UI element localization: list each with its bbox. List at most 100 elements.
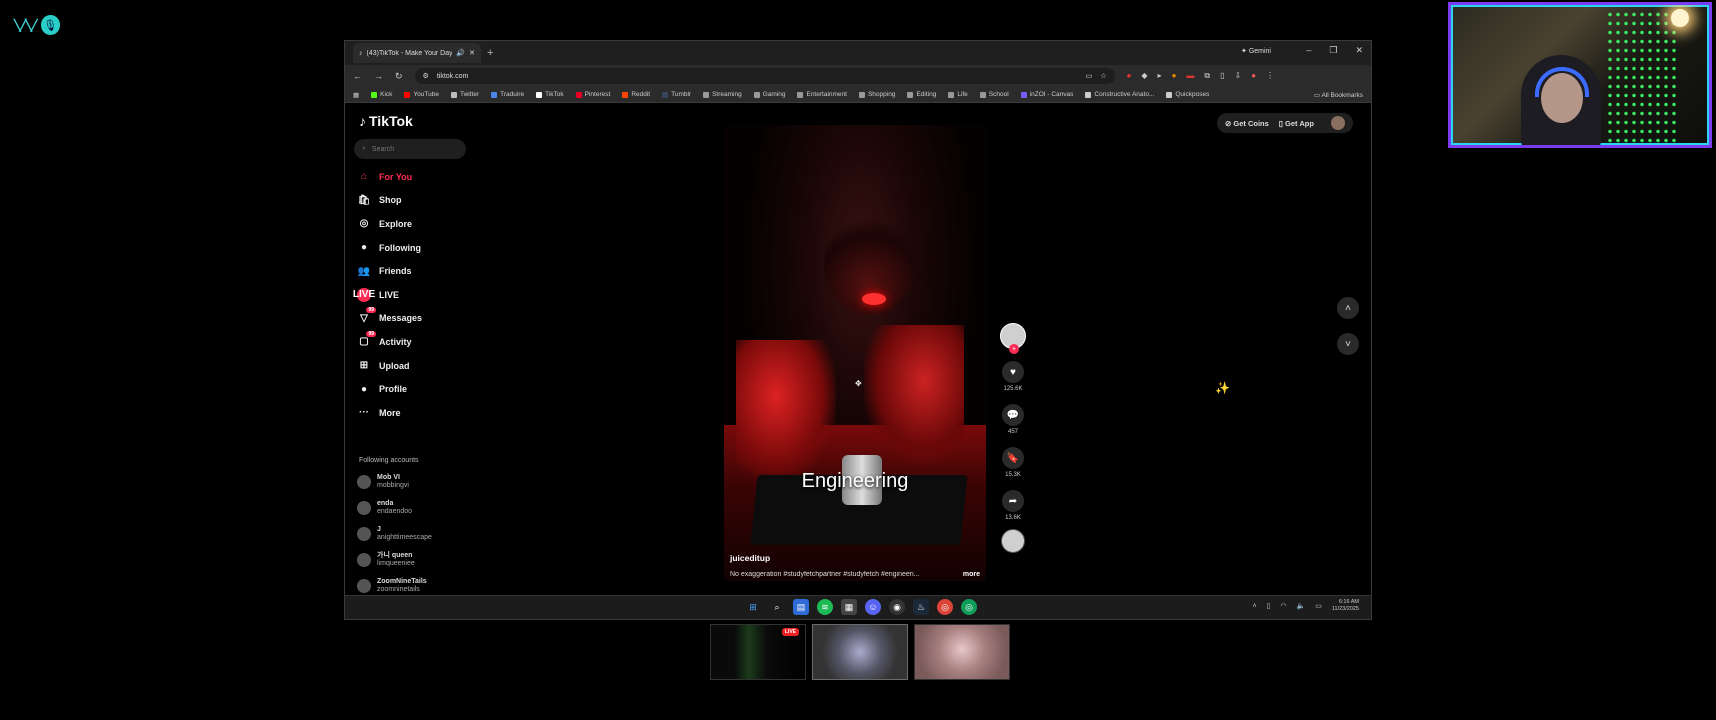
user-avatar[interactable] [1331,116,1345,130]
clock[interactable]: 6:16 AM 11/23/2025 [1332,599,1359,613]
bookmark-item[interactable]: Reddit [622,91,650,98]
sidebar-item-shop[interactable]: 🛍 Shop [357,189,477,213]
menu-icon[interactable]: ⋮ [1266,71,1274,81]
creator-avatar[interactable]: + [1000,323,1026,354]
file-explorer-icon[interactable]: ▤ [793,599,809,615]
share-action[interactable]: ➦ 13.6K [1002,490,1024,521]
side-panel-icon[interactable]: ▯ [1220,71,1224,81]
maximize-icon[interactable]: ❐ [1329,45,1337,56]
chrome-icon[interactable]: ◎ [937,599,953,615]
sidebar-item-more[interactable]: ··· More [357,401,477,425]
bookmark-item[interactable]: TikTok [536,91,564,98]
extension-icon[interactable]: ◆ [1141,71,1147,81]
more-button[interactable]: more [963,571,980,578]
video-author[interactable]: juiceditup [730,553,770,563]
extension-icon[interactable]: ▬ [1186,71,1194,81]
bookmark-item[interactable]: Editing [907,91,936,98]
close-tab-icon[interactable]: ✕ [469,49,475,57]
extension-icon[interactable]: ● [1127,71,1132,81]
downloads-icon[interactable]: ⇩ [1235,71,1242,81]
video-player[interactable]: ✥ Engineering juiceditup No exaggeration… [724,125,986,581]
bookmark-item[interactable]: Twitter [450,91,479,98]
bookmark-icon[interactable]: 🔖 [1002,447,1024,469]
heart-icon[interactable]: ♥ [1002,361,1024,383]
bookmark-item[interactable]: Traduire [491,91,524,98]
bookmark-item[interactable]: Life [948,91,968,98]
thumbnail-snowglobe[interactable] [914,624,1010,680]
bookmark-item[interactable]: Shopping [858,91,895,98]
minimize-icon[interactable]: – [1306,45,1311,56]
search-input[interactable]: ⌕ Search [354,139,466,159]
previous-video-chevron-up-icon[interactable]: ˄ [1337,297,1359,319]
bookmark-star-icon[interactable]: ☆ [1100,72,1106,80]
gemini-button[interactable]: ✦ Gemini [1241,47,1271,55]
bookmark-item[interactable]: Pinterest [575,91,610,98]
thumbnail-live-stream[interactable]: LIVE [710,624,806,680]
sidebar-item-following[interactable]: ● Following [357,236,477,260]
sidebar-item-profile[interactable]: ● Profile [357,377,477,401]
get-coins-button[interactable]: ⊘ Get Coins [1225,119,1269,128]
chrome-profile-icon[interactable]: ◎ [961,599,977,615]
sidebar-item-friends[interactable]: 👥 Friends [357,259,477,283]
sidebar-item-live[interactable]: LIVE LIVE [353,283,477,307]
steam-icon[interactable]: ♨ [913,599,929,615]
follow-plus-icon[interactable]: + [1009,344,1019,354]
tiktok-logo[interactable]: ♪ TikTok [359,113,413,129]
following-account[interactable]: Janighttimeescape [357,521,432,547]
address-bar[interactable]: ⚙ tiktok.com ▭ ☆ [414,68,1115,84]
reload-icon[interactable]: ↻ [395,71,403,82]
forward-icon[interactable]: → [374,71,383,81]
close-icon[interactable]: ✕ [1355,45,1363,56]
site-info-icon[interactable]: ⚙ [423,72,429,80]
extension-icon[interactable]: ▸ [1158,71,1162,81]
bookmark-item[interactable]: Quickposes [1166,91,1209,98]
all-bookmarks-button[interactable]: ▭ All Bookmarks [1314,91,1363,99]
following-account[interactable]: 가니 queen limqueeniee [357,547,432,573]
comment-action[interactable]: 💬 457 [1002,404,1024,435]
profile-avatar-icon[interactable]: ● [1251,71,1256,81]
battery-icon[interactable]: ▭ [1315,602,1322,610]
volume-icon[interactable]: 🔈 [1297,602,1306,610]
next-video-chevron-down-icon[interactable]: ˅ [1337,333,1359,355]
bookmark-item[interactable]: inZOI - Canvas [1020,91,1073,98]
get-app-button[interactable]: ▯ Get App [1279,119,1314,128]
obs-icon[interactable]: ◉ [889,599,905,615]
bookmark-item[interactable]: Constructive Anato... [1085,91,1154,98]
speaker-icon[interactable]: 🔊 [456,49,465,57]
sidebar-item-messages[interactable]: ▽ 99 Messages [357,307,477,331]
thumbnail-car[interactable] [812,624,908,680]
browser-tab[interactable]: ♪ (43)TikTok - Make Your Day 🔊 ✕ [353,43,481,63]
bookmark-item[interactable]: Streaming [703,91,742,98]
bookmark-item[interactable]: Tumblr [662,91,691,98]
sidebar-item-for-you[interactable]: ⌂ For You [357,165,477,189]
like-action[interactable]: ♥ 125.6K [1002,361,1024,392]
share-icon[interactable]: ➦ [1002,490,1024,512]
bookmark-item[interactable]: School [979,91,1009,98]
sidebar-item-upload[interactable]: ⊞ Upload [357,354,477,378]
cast-icon[interactable]: ▭ [1086,72,1093,80]
spotify-icon[interactable]: ≋ [817,599,833,615]
back-icon[interactable]: ← [353,71,362,81]
following-account[interactable]: Mob VI mobbingvi [357,469,432,495]
windows-start-icon[interactable]: ⊞ [745,599,761,615]
apps-grid-icon[interactable]: ▦ [353,91,359,99]
wifi-icon[interactable]: ◠ [1280,602,1286,610]
taskbar-search-icon[interactable]: ⌕ [769,599,785,615]
following-account[interactable]: enda endaendoo [357,495,432,521]
extensions-puzzle-icon[interactable]: ⧉ [1204,71,1210,81]
microphone-tray-icon[interactable]: ▯ [1267,602,1271,610]
bookmark-item[interactable]: Gaming [753,91,785,98]
sidebar-item-activity[interactable]: ▢ 99 Activity [357,330,477,354]
music-disc-avatar[interactable] [1001,529,1025,553]
new-tab-button[interactable]: + [487,47,493,59]
extension-icon[interactable]: ● [1172,71,1177,81]
comment-icon[interactable]: 💬 [1002,404,1024,426]
bookmark-item[interactable]: Entertainment [797,91,847,98]
bookmark-item[interactable]: Kick [371,91,392,98]
discord-icon[interactable]: ☺ [865,599,881,615]
save-action[interactable]: 🔖 15.3K [1002,447,1024,478]
tray-chevron-icon[interactable]: ˄ [1252,603,1256,610]
sidebar-item-explore[interactable]: ◎ Explore [357,212,477,236]
bookmark-item[interactable]: YouTube [404,91,439,98]
app-icon[interactable]: ▦ [841,599,857,615]
